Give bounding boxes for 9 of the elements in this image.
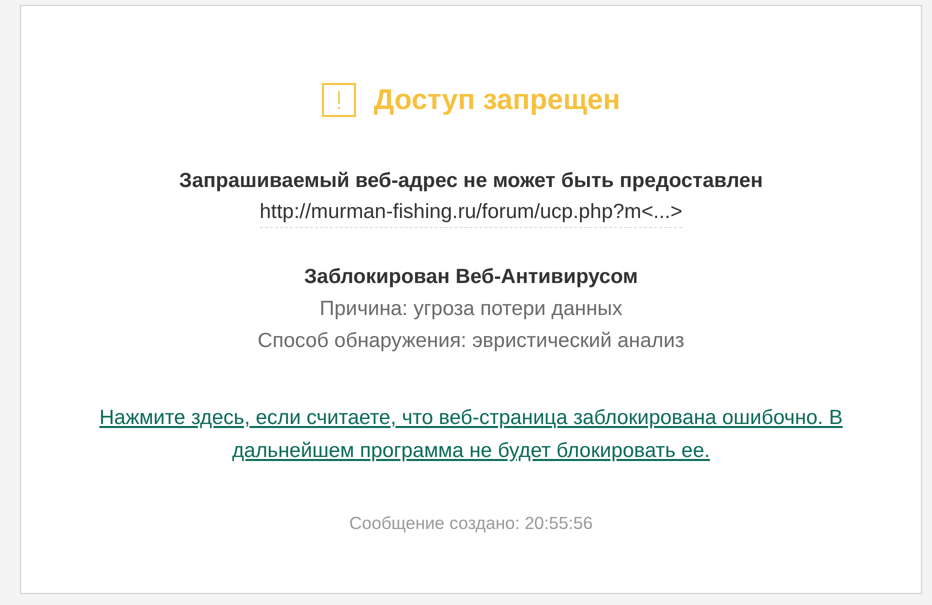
block-detail: Причина: угроза потери данных [320, 296, 622, 322]
error-heading: Запрашиваемый веб-адрес не может быть предоставлен [179, 168, 763, 194]
block-detail: Способ обнаружения: эвристический анализ [258, 328, 684, 354]
warning-icon [322, 83, 356, 117]
report-false-block-link[interactable]: Нажмите здесь, если считаете, что веб-страница заблокирована ошибочно. В дальнейшем программа не будет блокировать ее. [84, 401, 858, 467]
blocked-url: http://murman-fishing.ru/forum/ucp.php?m<...> [260, 197, 682, 228]
page-title: Доступ запрещен [374, 83, 620, 117]
message-timestamp: Сообщение создано: 20:55:56 [349, 513, 593, 533]
block-reason-heading: Заблокирован Веб-Антивирусом [304, 264, 638, 290]
